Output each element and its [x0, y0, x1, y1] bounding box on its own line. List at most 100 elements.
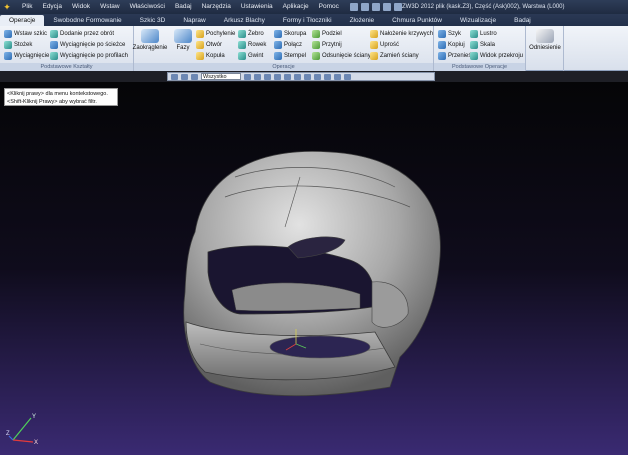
- axis-triad: Y X Z: [6, 414, 38, 446]
- y-axis-label: Y: [32, 414, 36, 420]
- settings-icon[interactable]: [344, 73, 351, 80]
- open-file-icon[interactable]: [360, 3, 369, 11]
- mirror-button[interactable]: Lustro: [470, 29, 497, 39]
- copy-button[interactable]: Kopiuj: [438, 40, 465, 50]
- undo-icon[interactable]: [382, 3, 391, 11]
- wireframe-icon[interactable]: [294, 73, 301, 80]
- thread-icon: [238, 52, 246, 60]
- ribbon-panel: Wstaw szkic Stożek Wyciągnięcie Dodanie …: [0, 26, 628, 71]
- layer-icon[interactable]: [324, 73, 331, 80]
- fillet-button[interactable]: Zaokrąglenie: [133, 29, 167, 61]
- thread-button[interactable]: Gwint: [238, 51, 263, 61]
- wrap-icon: [370, 30, 378, 38]
- tab-badaj[interactable]: Badaj: [505, 15, 540, 26]
- zoom-icon[interactable]: [254, 73, 261, 80]
- tab-formy[interactable]: Formy i Tłoczniki: [274, 15, 341, 26]
- menu-plik[interactable]: Plik: [17, 0, 37, 14]
- extrude-button[interactable]: Wyciągnięcie: [4, 51, 49, 61]
- app-logo-icon[interactable]: ✦: [0, 0, 14, 14]
- menu-ustawienia[interactable]: Ustawienia: [236, 0, 278, 14]
- menu-widok[interactable]: Widok: [67, 0, 95, 14]
- split-button[interactable]: Podziel: [312, 29, 342, 39]
- stamp-button[interactable]: Stempel: [274, 51, 306, 61]
- menu-aplikacje[interactable]: Aplikacje: [278, 0, 314, 14]
- new-file-icon[interactable]: [349, 3, 358, 11]
- shell-button[interactable]: Skorupa: [274, 29, 306, 39]
- trim-button[interactable]: Przytnij: [312, 40, 342, 50]
- tab-arkusz-blachy[interactable]: Arkusz Blachy: [215, 15, 274, 26]
- group-podstawowe-operacje: Szyk Kopiuj Przenieś Lustro Skala Widok …: [434, 26, 526, 71]
- cone-button[interactable]: Stożek: [4, 40, 32, 50]
- group-operacje: Zaokrąglenie Fazy Pochylenie Otwór Kopuł…: [133, 26, 434, 71]
- menu-narzedzia[interactable]: Narzędzia: [197, 0, 236, 14]
- draft-icon: [196, 30, 204, 38]
- tab-swobodne-formowanie[interactable]: Swobodne Formowanie: [44, 15, 130, 26]
- ribbon-tabs: Operacje Swobodne Formowanie Szkic 3D Na…: [0, 14, 628, 26]
- pan-icon[interactable]: [264, 73, 271, 80]
- groove-button[interactable]: Rowek: [238, 40, 266, 50]
- group-podstawowe-ksztalty: Wstaw szkic Stożek Wyciągnięcie Dodanie …: [0, 26, 134, 71]
- loft-button[interactable]: Wyciągnięcie po profilach: [50, 51, 128, 61]
- tab-szkic-3d[interactable]: Szkic 3D: [131, 15, 175, 26]
- chamfer-button[interactable]: Fazy: [170, 29, 196, 61]
- redo-icon[interactable]: [393, 3, 402, 11]
- color-icon[interactable]: [314, 73, 321, 80]
- menu-badaj[interactable]: Badaj: [170, 0, 197, 14]
- offset-face-button[interactable]: Odsunięcie ściany: [312, 51, 371, 61]
- extrude-icon: [4, 52, 12, 60]
- menu-edycja[interactable]: Edycja: [37, 0, 67, 14]
- shade-icon[interactable]: [284, 73, 291, 80]
- revolve-button[interactable]: Dodanie przez obrót: [50, 29, 114, 39]
- selection-filter-dropdown[interactable]: Wszystko: [201, 73, 241, 80]
- draft-button[interactable]: Pochylenie: [196, 29, 235, 39]
- reference-icon: [536, 29, 554, 43]
- rib-icon: [238, 30, 246, 38]
- revolve-icon: [50, 30, 58, 38]
- menu-wlasciwosci[interactable]: Właściwości: [125, 0, 170, 14]
- hole-icon: [196, 41, 204, 49]
- stamp-icon: [274, 52, 282, 60]
- section-icon: [470, 52, 478, 60]
- title-bar: ✦ Plik Edycja Widok Wstaw Właściwości Ba…: [0, 0, 628, 14]
- split-icon: [312, 30, 320, 38]
- move-icon: [438, 52, 446, 60]
- helmet-model[interactable]: [0, 82, 628, 455]
- context-hint: <Kliknij prawy> dla menu kontekstowego. …: [4, 88, 118, 106]
- tab-napraw[interactable]: Napraw: [174, 15, 214, 26]
- view-icon[interactable]: [244, 73, 251, 80]
- pattern-icon: [438, 30, 446, 38]
- simplify-button[interactable]: Uprość: [370, 40, 399, 50]
- select-icon[interactable]: [171, 73, 178, 80]
- hole-button[interactable]: Otwór: [196, 40, 222, 50]
- combine-button[interactable]: Połącz: [274, 40, 302, 50]
- tab-wizualizacje[interactable]: Wizualizacje: [451, 15, 505, 26]
- chamfer-icon: [174, 29, 192, 43]
- group-label: Podstawowe Operacje: [434, 63, 525, 71]
- quick-access-toolbar: [349, 3, 402, 11]
- dome-button[interactable]: Kopuła: [196, 51, 225, 61]
- measure-icon[interactable]: [334, 73, 341, 80]
- light-icon[interactable]: [304, 73, 311, 80]
- scale-button[interactable]: Skala: [470, 40, 495, 50]
- menu-wstaw[interactable]: Wstaw: [95, 0, 125, 14]
- replace-faces-button[interactable]: Zamień ściany: [370, 51, 419, 61]
- tab-chmura-punktow[interactable]: Chmura Punktów: [383, 15, 451, 26]
- rotate-icon[interactable]: [274, 73, 281, 80]
- neck-opening: [269, 335, 371, 359]
- save-icon[interactable]: [371, 3, 380, 11]
- move-button[interactable]: Przenieś: [438, 51, 471, 61]
- grid-icon[interactable]: [181, 73, 188, 80]
- section-view-button[interactable]: Widok przekroju: [470, 51, 523, 61]
- menu-pomoc[interactable]: Pomoc: [314, 0, 344, 14]
- wrap-curves-button[interactable]: Nałożenie krzywych: [370, 29, 433, 39]
- pattern-button[interactable]: Szyk: [438, 29, 461, 39]
- x-axis-line: [12, 439, 34, 443]
- sketch-icon: [4, 30, 12, 38]
- snap-icon[interactable]: [191, 73, 198, 80]
- insert-sketch-button[interactable]: Wstaw szkic: [4, 29, 47, 39]
- tab-operacje[interactable]: Operacje: [0, 15, 45, 26]
- rib-button[interactable]: Żebro: [238, 29, 264, 39]
- sweep-button[interactable]: Wyciągnięcie po ścieżce: [50, 40, 125, 50]
- tab-zlozenie[interactable]: Złożenie: [341, 15, 384, 26]
- reference-button[interactable]: Odniesienie: [529, 29, 561, 61]
